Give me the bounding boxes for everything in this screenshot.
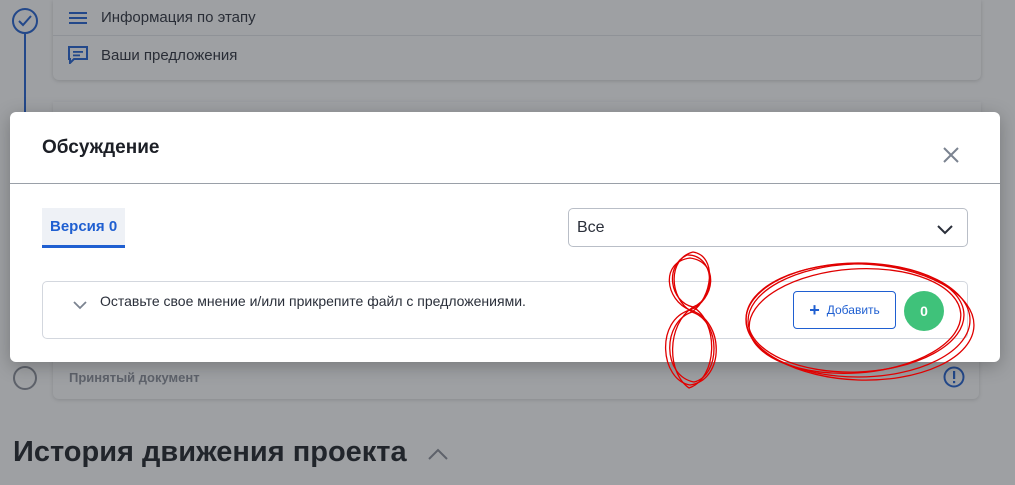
modal-header: Обсуждение (10, 112, 1000, 184)
filter-select[interactable]: Все (568, 208, 968, 247)
comment-prompt-text: Оставьте свое мнение и/или прикрепите фа… (100, 293, 526, 309)
plus-icon: + (809, 300, 820, 320)
modal-title: Обсуждение (42, 136, 160, 158)
chevron-down-icon[interactable] (73, 297, 87, 315)
filter-selected-value: Все (577, 218, 605, 236)
add-button-label: Добавить (826, 303, 880, 317)
close-icon[interactable] (942, 146, 960, 164)
discussion-modal: Обсуждение Версия 0 Все Оставьте свое мн… (10, 112, 1000, 362)
add-button[interactable]: + Добавить (793, 291, 896, 329)
count-badge: 0 (904, 291, 944, 331)
tab-label: Версия 0 (50, 218, 118, 235)
chevron-down-icon (937, 222, 953, 240)
comment-panel: Оставьте свое мнение и/или прикрепите фа… (42, 281, 968, 339)
tab-version-0[interactable]: Версия 0 (42, 208, 126, 248)
